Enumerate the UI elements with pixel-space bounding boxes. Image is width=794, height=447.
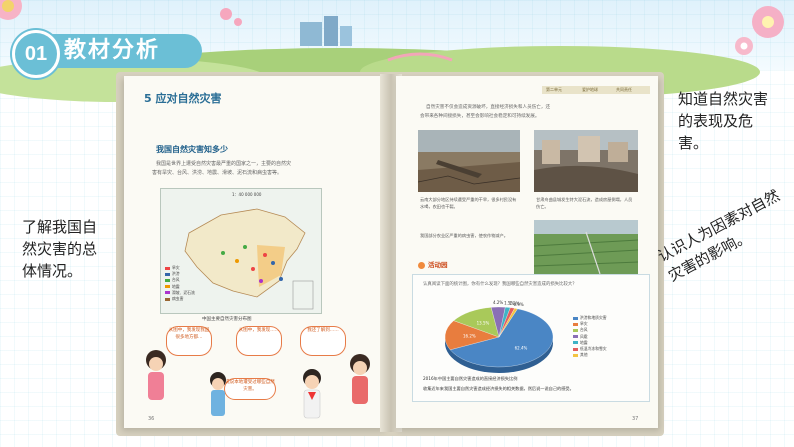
legend-swatch [573, 335, 578, 339]
map-legend: 旱灾 洪涝 台风 地震 滑坡、泥石流 病虫害 [165, 265, 195, 302]
map-caption: 中国主要自然灾害分布图 [202, 317, 252, 322]
intro-text: 自然灾害不仅会造成资源破坏，直接经济损失和人员伤亡，还 [426, 105, 551, 110]
legend-label: 旱灾 [172, 265, 180, 270]
intro-text: 我国是世界上遭受自然灾害最严重的国家之一，主要的自然灾 [156, 161, 292, 167]
legend-label: 低温冷冻和雪灾 [580, 346, 607, 352]
section-title: 教材分析 [42, 34, 202, 68]
legend-label: 病虫害 [172, 296, 184, 302]
legend-label: 台风 [172, 277, 180, 283]
page-number: 37 [632, 416, 639, 422]
girl-icon [350, 354, 370, 404]
boy-icon [210, 372, 226, 416]
children-illustration [146, 350, 370, 419]
activity-text: 认真阅读下面的统计图，你有什么发现？我国哪些自然灾害造成的损失比较大？ [423, 282, 577, 287]
note-manifestation: 知道自然灾害的表现及危害。 [678, 90, 769, 152]
mudslide-photo [534, 130, 638, 192]
pie-footer: 收集近年来我国主要自然灾害造成经济损失的相关数据，然后说一说自己的感受。 [423, 386, 574, 391]
activity-title-text: 活动园 [428, 261, 448, 269]
drought-photo [418, 130, 520, 192]
legend-swatch [573, 341, 578, 345]
flower-icon [0, 0, 22, 20]
pie-chart: 62.4%16.2%13.5%4.2% 1.5%1.3%0.9% [444, 300, 554, 373]
header-tag: 共同责任 [616, 87, 632, 92]
subheading: 我国自然灾害知多少 [156, 145, 228, 154]
legend-label: 旱灾 [580, 321, 588, 327]
activity-box: 认真阅读下面的统计图，你有什么发现？我国哪些自然灾害造成的损失比较大？ 62.4… [412, 274, 650, 402]
activity-title: 活动园 [418, 259, 448, 269]
map-scale: 1：40 000 000 [232, 192, 262, 197]
legend-swatch [573, 322, 578, 326]
legend-label: 地震 [580, 339, 588, 345]
legend-swatch [573, 347, 578, 351]
header-tag: 爱护地球 [582, 87, 598, 92]
legend-label: 台风 [580, 327, 588, 333]
crop-field-photo [534, 220, 638, 274]
legend-label: 洪涝 [172, 271, 180, 277]
legend-swatch [573, 353, 578, 357]
disaster-map: 旱灾 洪涝 台风 地震 滑坡、泥石流 病虫害 [160, 188, 322, 314]
legend-label: 洪涝和地质灾害 [580, 315, 607, 320]
legend-swatch [573, 316, 578, 320]
flower-icon [220, 8, 242, 26]
pie-caption: 2016年中国主要自然灾害造成的直接经济损失比例 [423, 376, 518, 381]
pie-legend: 洪涝和地质灾害 旱灾 台风 风雹 地震 低温冷冻和雪灾 其他 [573, 315, 607, 358]
note-overview: 了解我国自然灾害的总体情况。 [22, 218, 98, 280]
legend-entry: 其他 [573, 352, 607, 358]
section-number: 01 [12, 30, 60, 78]
girl-icon [146, 350, 166, 400]
legend-label: 地震 [172, 283, 180, 289]
pie-data-label: 62.4% [515, 346, 528, 351]
pie-data-label: 13.5% [477, 321, 490, 326]
photo-caption: 云南大部分地区持续遭受严重的干旱，很多村民没有水喝，农田也干裂。 [420, 197, 517, 209]
photo-caption: 甘肃舟曲县城发生特大泥石流，造成房屋倒塌，人员伤亡。 [536, 197, 633, 209]
left-page: 5 应对自然灾害 我国自然灾害知多少 我国是世界上遭受自然灾害最严重的国家之一，… [124, 76, 386, 428]
right-page: 第二单元 爱护地球 共同责任 自然灾害不仅会造成资源破坏，直接经济损失和人员伤亡… [396, 76, 658, 428]
legend-label: 风雹 [580, 333, 588, 339]
page-header-bar: 第二单元 爱护地球 共同责任 [542, 86, 650, 94]
intro-text: 会带来各种间接损失，甚至会影响社会稳定和可持续发展。 [420, 114, 540, 119]
header-tag: 第二单元 [546, 87, 562, 92]
flower-icon [735, 6, 784, 55]
photo-caption: 我国部分农业区严重的病虫害，使农作物减产。 [420, 233, 508, 238]
lesson-title: 5 应对自然灾害 [144, 92, 222, 105]
legend-label: 滑坡、泥石流 [172, 289, 195, 295]
legend-label: 其他 [580, 352, 588, 358]
page-number: 36 [148, 416, 155, 422]
activity-icon [418, 261, 425, 269]
legend-swatch [573, 328, 578, 332]
intro-text: 害有旱灾、台风、洪涝、地震、滑坡、泥石流和病虫害等。 [152, 170, 283, 176]
pie-data-label: 4.2% [493, 300, 503, 305]
textbook-spread: 5 应对自然灾害 我国自然灾害知多少 我国是世界上遭受自然灾害最严重的国家之一，… [112, 64, 667, 439]
pie-data-label: 0.9% [514, 302, 524, 307]
pie-data-label: 16.2% [463, 333, 476, 338]
boy-icon [303, 369, 321, 419]
